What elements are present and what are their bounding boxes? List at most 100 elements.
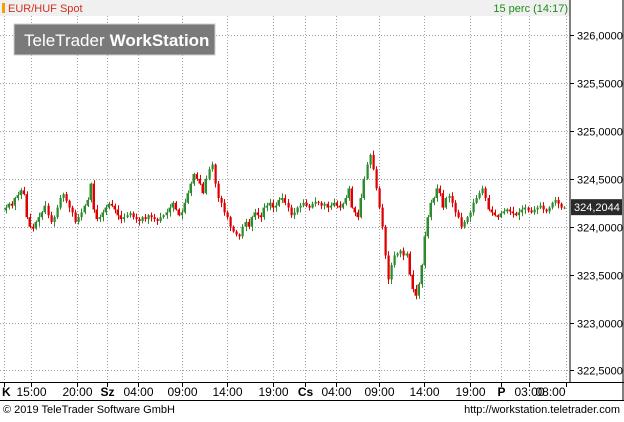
candle-up	[393, 255, 396, 266]
candle-up	[399, 250, 402, 254]
candle-up	[204, 178, 207, 194]
candle-down	[414, 289, 417, 296]
x-time-label: 15:00	[16, 385, 46, 399]
candle-up	[520, 209, 523, 213]
candle-up	[62, 194, 65, 198]
candle-up	[423, 236, 426, 266]
candle-up	[53, 217, 56, 222]
candle-down	[320, 202, 323, 206]
candle-down	[460, 217, 463, 227]
candle-up	[268, 202, 271, 206]
candle-down	[487, 198, 490, 210]
price-chart[interactable]: EUR/HUF Spot 15 perc (14:17) 322,5000 323…	[0, 0, 624, 417]
candle-up	[405, 253, 408, 256]
candle-down	[150, 215, 153, 218]
candle-down	[496, 215, 499, 218]
y-tick-label: 325,5000	[577, 79, 623, 91]
x-time-label: 04:00	[123, 385, 153, 399]
candle-down	[372, 154, 375, 170]
x-time-label: 14:00	[409, 385, 439, 399]
x-day-label: P	[497, 385, 505, 399]
candle-down	[177, 209, 180, 216]
candle-down	[144, 217, 147, 220]
candle-up	[186, 193, 189, 203]
candle-up	[43, 205, 46, 213]
candle-up	[390, 265, 393, 280]
candle-down	[438, 188, 441, 194]
candle-down	[527, 207, 530, 211]
candle-up	[366, 164, 369, 179]
candle-up	[80, 212, 83, 218]
candle-down	[238, 234, 241, 237]
candle-down	[305, 202, 308, 206]
candle-down	[217, 183, 220, 198]
candle-down	[174, 202, 177, 210]
candle-down	[25, 194, 28, 218]
candle-up	[344, 198, 347, 204]
candle-up	[478, 193, 481, 198]
candle-up	[548, 207, 551, 212]
candle-up	[98, 217, 101, 220]
x-time-label: 19:00	[455, 385, 485, 399]
candle-down	[92, 183, 95, 210]
interval-label[interactable]: 15 perc (14:17)	[493, 3, 568, 15]
candle-down	[353, 207, 356, 213]
candle-up	[274, 205, 277, 208]
candle-up	[211, 164, 214, 170]
candle-up	[13, 198, 16, 206]
candle-up	[34, 221, 37, 229]
candle-down	[493, 212, 496, 216]
candle-up	[469, 212, 472, 218]
candle-down	[22, 190, 25, 195]
candle-up	[147, 215, 150, 220]
candle-down	[335, 202, 338, 206]
candle-up	[302, 202, 305, 206]
candle-up	[551, 202, 554, 208]
candle-down	[283, 198, 286, 203]
candle-up	[466, 217, 469, 222]
candle-up	[502, 211, 505, 214]
candle-up	[83, 205, 86, 213]
candle-up	[77, 217, 80, 222]
candle-down	[484, 188, 487, 198]
candle-up	[107, 203, 110, 208]
candle-up	[293, 212, 296, 216]
candle-up	[314, 201, 317, 204]
candle-up	[141, 217, 144, 221]
header-bar	[0, 0, 570, 16]
candle-down	[271, 202, 274, 208]
candle-up	[481, 188, 484, 194]
x-time-label: 09:00	[364, 385, 394, 399]
candle-down	[308, 205, 311, 208]
candle-up	[189, 183, 192, 194]
candle-up	[244, 221, 247, 227]
candle-up	[523, 207, 526, 210]
candle-up	[101, 212, 104, 218]
symbol-label[interactable]: EUR/HUF Spot	[8, 3, 83, 15]
candle-up	[369, 154, 372, 165]
candle-up	[126, 215, 129, 218]
candle-down	[226, 212, 229, 218]
candle-up	[359, 198, 362, 218]
symbol-marker-icon	[2, 3, 5, 13]
last-price-label: 324,2044	[574, 202, 620, 214]
x-time-label: 09:00	[167, 385, 197, 399]
candle-down	[378, 188, 381, 208]
candle-down	[110, 203, 113, 206]
candle-down	[511, 211, 514, 214]
candle-down	[454, 202, 457, 213]
candle-down	[387, 255, 390, 280]
candle-up	[162, 215, 165, 218]
candle-up	[4, 207, 7, 211]
candle-down	[138, 219, 141, 221]
candle-up	[168, 207, 171, 213]
candle-down	[220, 198, 223, 203]
candle-up	[536, 207, 539, 210]
candle-down	[441, 193, 444, 208]
candle-down	[119, 215, 122, 220]
candle-up	[432, 198, 435, 203]
candle-down	[290, 207, 293, 216]
candle-up	[56, 207, 59, 218]
source-url[interactable]: http://workstation.teletrader.com	[464, 404, 620, 416]
candle-up	[448, 196, 451, 198]
